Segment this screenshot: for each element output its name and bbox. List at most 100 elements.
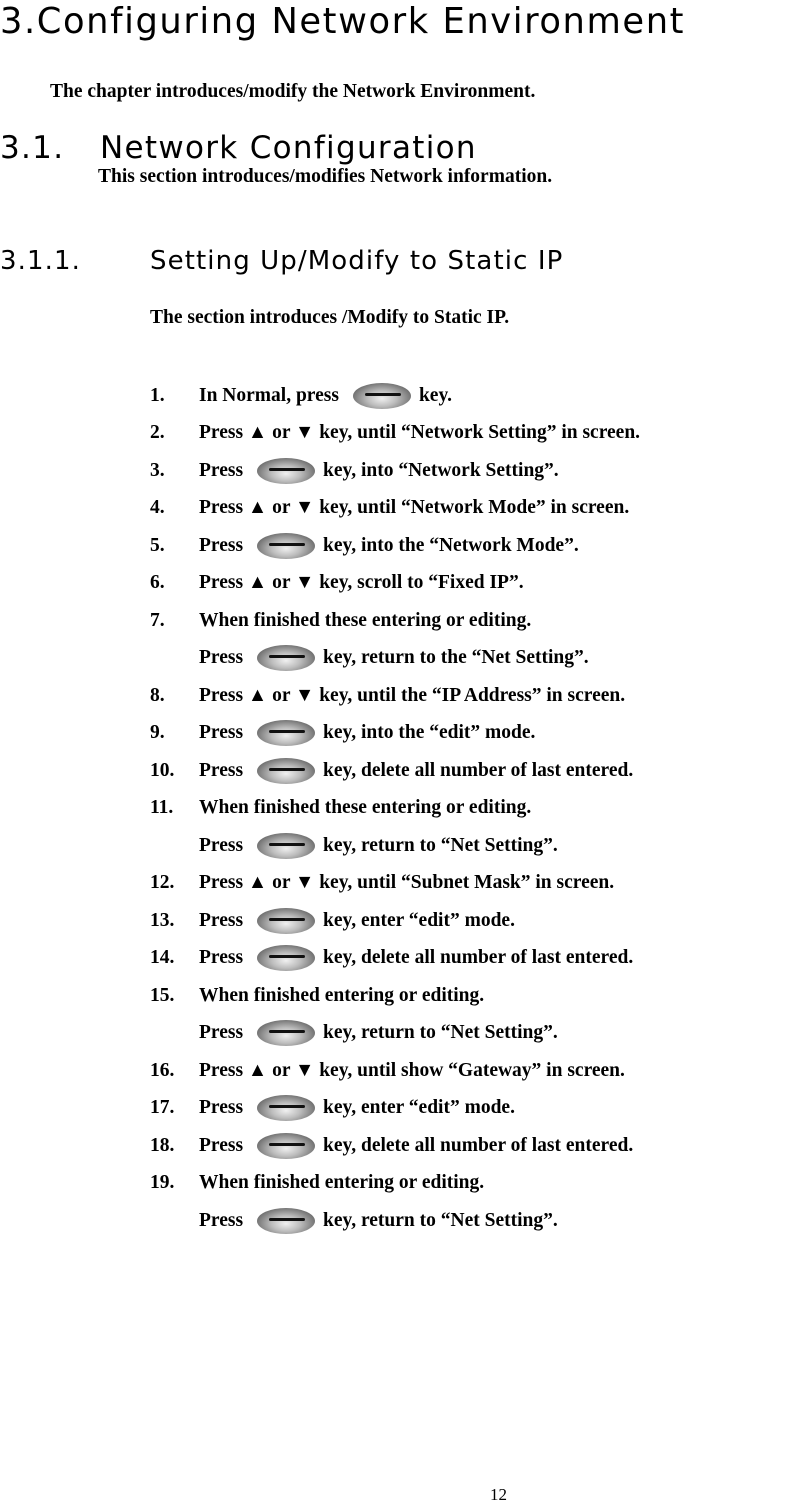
oval-key-button-icon [257,532,316,559]
step-text-before: In Normal, press [199,384,339,406]
step-item: 1. In Normal, press key. [150,377,640,415]
step-item: 15. When finished entering or editing. [150,977,640,1015]
step-number: 8. [150,684,165,706]
step-text-before: Press [199,647,244,669]
step-number: 16. [150,1059,175,1081]
step-text: Press key, delete all number of last ente… [199,757,634,784]
step-item: Press key, return to “Net Setting”. [150,1202,640,1240]
step-text-before: Press [199,947,244,969]
step-text-before: Press [199,759,244,781]
oval-key-button-icon [257,457,316,484]
step-text-after: key, delete all number of last entered. [323,947,634,969]
step-text: When finished entering or editing. [199,1172,485,1194]
step-number: 6. [150,572,165,594]
step-text-after: key, return to “Net Setting”. [323,1209,558,1231]
step-text: Press ▲ or ▼ key, scroll to “Fixed IP”. [199,572,524,594]
step-number: 3. [150,459,165,481]
step-item: 10. Press key, delete all number of last e… [150,752,640,790]
step-text: Press key, enter “edit” mode. [199,1095,515,1122]
step-item: 5. Press key, into the “Network Mode”. [150,527,640,565]
step-item: 14. Press key, delete all number of last e… [150,940,640,978]
section-number: 3.1. [0,130,65,166]
step-text: Press key, into the “edit” mode. [199,720,535,747]
step-item: 18. Press key, delete all number of last e… [150,1127,640,1165]
step-text-before: Press [199,1209,244,1231]
step-item: 4. Press ▲ or ▼ key, until “Network Mode”… [150,490,640,528]
step-number: 2. [150,422,165,444]
step-text: Press key, return to the “Net Setting”. [199,645,589,672]
step-item: 7. When finished these entering or editin… [150,602,640,640]
step-text-before: Press [199,909,244,931]
step-text: Press key, into “Network Setting”. [199,457,559,484]
step-text: Press key, return to “Net Setting”. [199,1020,558,1047]
step-text-after: key, enter “edit” mode. [323,909,515,931]
step-text: When finished these entering or editing. [199,609,532,631]
step-number: 4. [150,497,165,519]
step-text: Press key, enter “edit” mode. [199,907,515,934]
step-item: 3. Press key, into “Network Setting”. [150,452,640,490]
step-number: 5. [150,534,165,556]
oval-key-button-icon [257,1132,316,1159]
oval-key-button-icon [257,720,316,747]
step-number: 17. [150,1097,175,1119]
oval-key-button-icon [257,832,316,859]
oval-key-button-icon [352,382,411,409]
chapter-intro: The chapter introduces/modify the Networ… [50,81,536,102]
step-text: Press ▲ or ▼ key, until show “Gateway” i… [199,1059,625,1081]
step-text-before: Press [199,722,244,744]
step-number: 13. [150,909,175,931]
subsection-number: 3.1.1. [0,246,82,276]
step-item: 2. Press ▲ or ▼ key, until “Network Setti… [150,415,640,453]
step-item: 16. Press ▲ or ▼ key, until show “Gateway… [150,1052,640,1090]
step-number: 15. [150,984,175,1006]
step-text: Press ▲ or ▼ key, until “Network Setting… [199,422,641,444]
oval-key-button-icon [257,1095,316,1122]
step-number: 1. [150,384,165,406]
oval-key-button-icon [257,945,316,972]
step-number: 19. [150,1172,175,1194]
step-text-after: key, delete all number of last entered. [323,759,634,781]
step-number: 7. [150,609,165,631]
oval-key-button-icon [257,907,316,934]
step-text: Press key, delete all number of last ente… [199,945,634,972]
step-text-before: Press [199,1134,244,1156]
step-text-before: Press [199,459,244,481]
step-text-after: key, return to the “Net Setting”. [323,647,589,669]
steps-list: 1. In Normal, press key. 2. Press ▲ or ▼ key… [150,377,640,1240]
step-text: Press key, return to “Net Setting”. [199,832,558,859]
step-text-before: Press [199,534,244,556]
step-text-after: key. [418,384,452,406]
step-text-after: key, return to “Net Setting”. [323,834,558,856]
step-text-after: key, enter “edit” mode. [323,1097,515,1119]
step-item: 17. Press key, enter “edit” mode. [150,1090,640,1128]
step-text: Press key, return to “Net Setting”. [199,1207,558,1234]
step-item: 13. Press key, enter “edit” mode. [150,902,640,940]
step-text: Press key, delete all number of last ente… [199,1132,634,1159]
step-text: When finished entering or editing. [199,984,485,1006]
oval-key-button-icon [257,645,316,672]
step-text-after: key, into the “Network Mode”. [323,534,579,556]
step-text: Press ▲ or ▼ key, until the “IP Address”… [199,684,626,706]
step-number: 10. [150,759,175,781]
step-item: 6. Press ▲ or ▼ key, scroll to “Fixed IP”… [150,565,640,603]
step-number: 11. [150,797,174,819]
step-text: When finished these entering or editing. [199,797,532,819]
chapter-heading: 3.Configuring Network Environment [0,1,686,42]
step-text-after: key, delete all number of last entered. [323,1134,634,1156]
step-number: 18. [150,1134,175,1156]
page-number: 12 [490,1485,507,1504]
step-item: 19. When finished entering or editing. [150,1165,640,1203]
step-text-after: key, return to “Net Setting”. [323,1022,558,1044]
section-intro: This section introduces/modifies Network… [98,166,553,187]
step-item: 11. When finished these entering or editi… [150,790,640,828]
step-item: Press key, return to the “Net Setting”. [150,640,640,678]
step-text-before: Press [199,1097,244,1119]
step-number: 9. [150,722,165,744]
step-text: In Normal, press key. [199,382,452,409]
subsection-heading: 3.1.1. Setting Up/Modify to Static IP [0,245,563,277]
step-text: Press ▲ or ▼ key, until “Network Mode” i… [199,497,630,519]
step-text: Press key, into the “Network Mode”. [199,532,579,559]
oval-key-button-icon [257,1020,316,1047]
section-heading: 3.1. Network Configuration [0,130,477,166]
step-item: 12. Press ▲ or ▼ key, until “Subnet Mask”… [150,865,640,903]
